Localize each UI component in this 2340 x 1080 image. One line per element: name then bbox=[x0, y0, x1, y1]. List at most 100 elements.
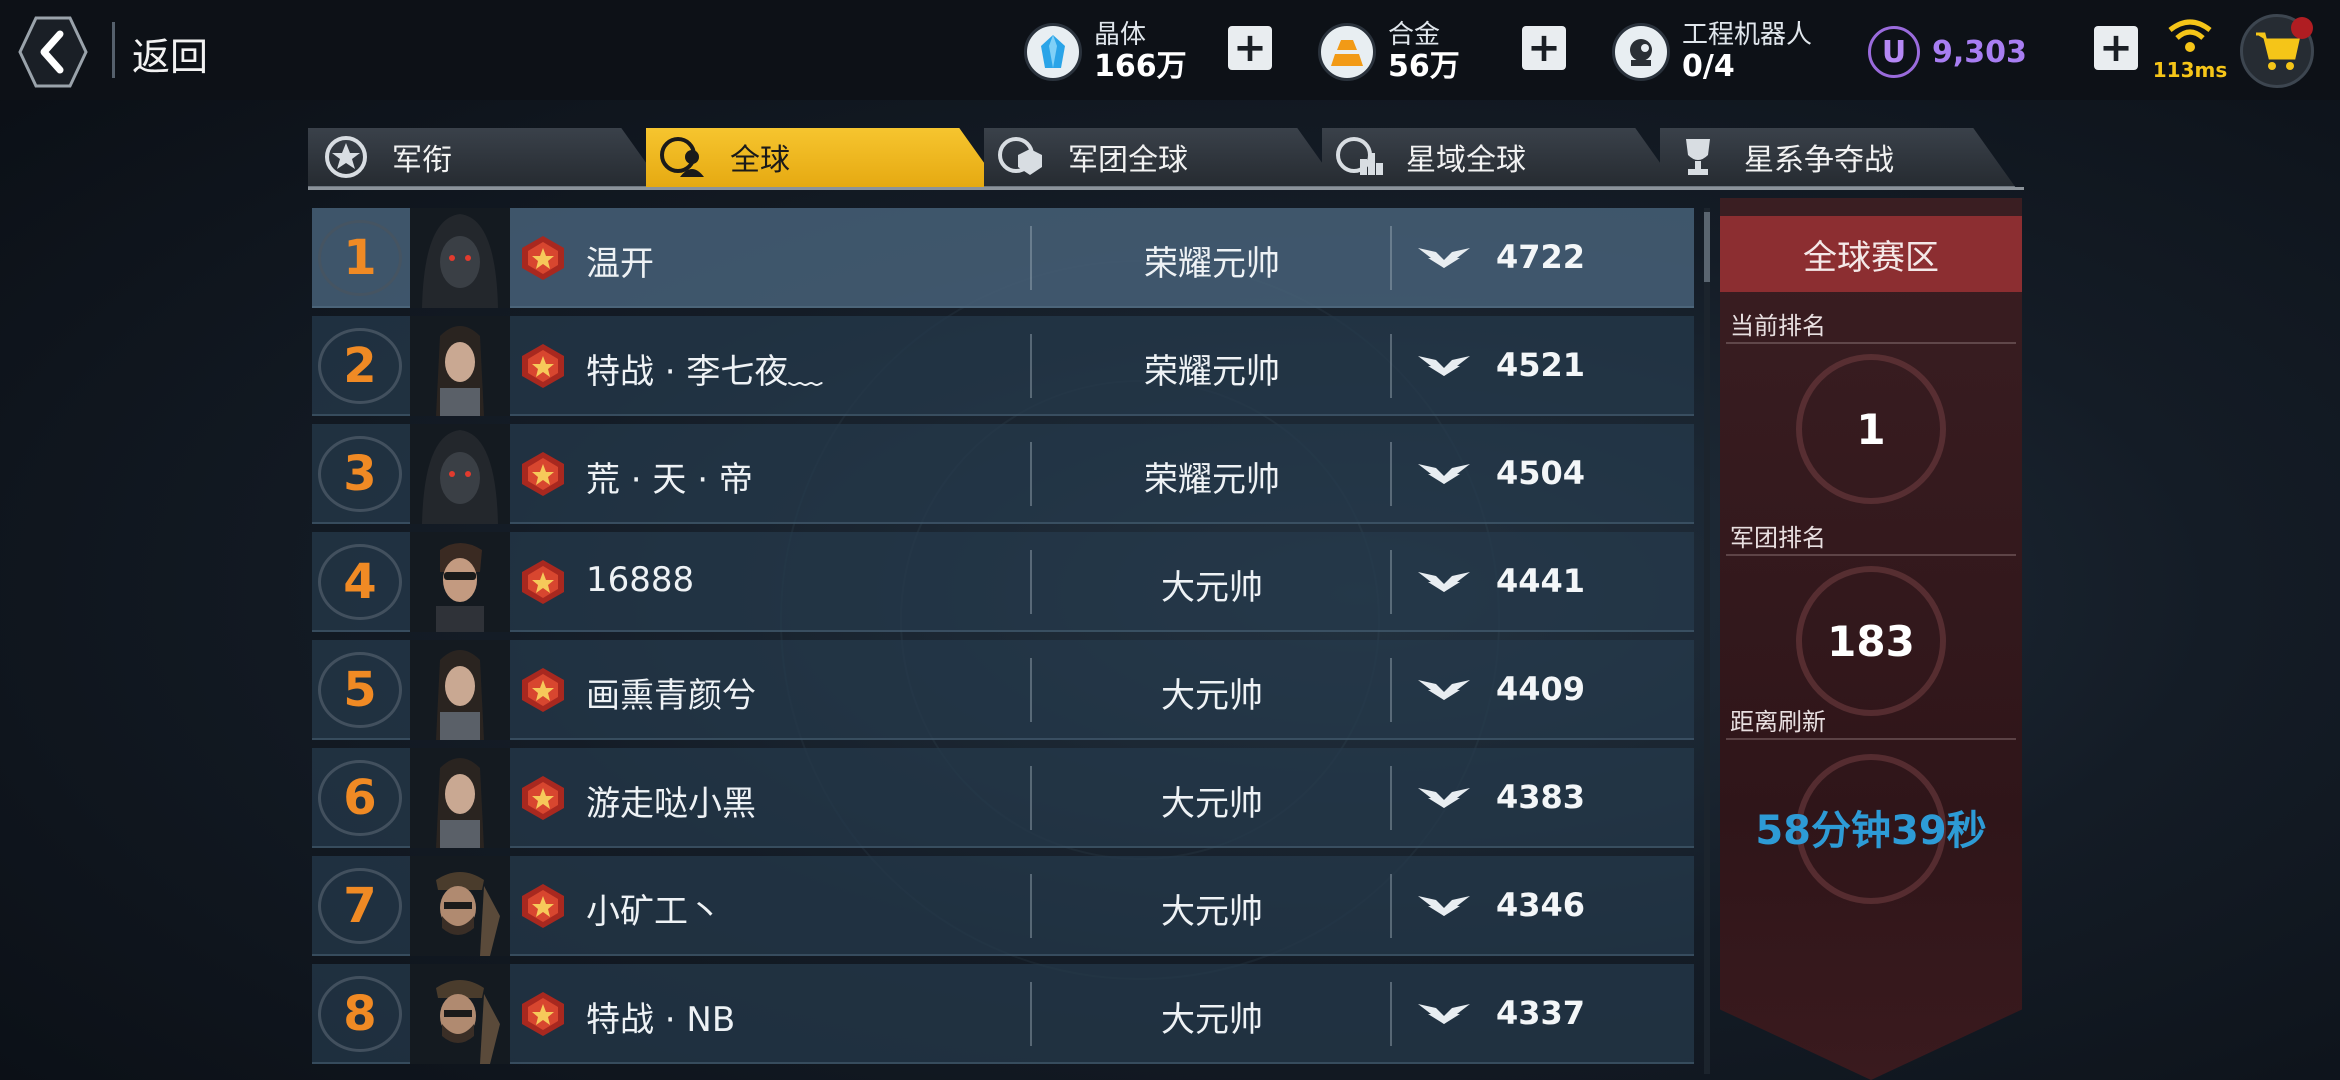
region-info-panel: 全球赛区 当前排名 1 军团排名 183 距离刷新 58分钟39秒 bbox=[1720, 198, 2022, 1080]
ranking-row[interactable]: 7 小矿工丶 大元帅 4346 bbox=[312, 856, 1694, 956]
wing-score-icon bbox=[1416, 458, 1472, 490]
player-score: 4441 bbox=[1496, 562, 1586, 600]
ranking-row[interactable]: 5 画熏青颜兮 大元帅 4409 bbox=[312, 640, 1694, 740]
rank-number: 5 bbox=[343, 662, 377, 718]
rank-badge-icon bbox=[518, 990, 568, 1038]
column-divider bbox=[1030, 874, 1032, 938]
player-avatar[interactable] bbox=[410, 208, 510, 308]
rank-badge-icon bbox=[518, 882, 568, 930]
column-divider bbox=[1390, 766, 1392, 830]
ranking-row[interactable]: 8 特战 · NB 大元帅 4337 bbox=[312, 964, 1694, 1064]
player-title: 大元帅 bbox=[1161, 784, 1263, 824]
add-u-currency-button[interactable]: + bbox=[2094, 26, 2138, 70]
player-avatar[interactable] bbox=[410, 964, 510, 1064]
player-avatar[interactable] bbox=[410, 424, 510, 524]
crystal-icon bbox=[1024, 23, 1082, 81]
u-currency: U 9,303 bbox=[1868, 14, 2027, 90]
player-score: 4346 bbox=[1496, 886, 1586, 924]
legion-rank-value: 183 bbox=[1827, 616, 1915, 666]
player-title: 荣耀元帅 bbox=[1144, 244, 1280, 284]
player-name: 游走哒小黑 bbox=[586, 784, 756, 824]
rank-circle: 7 bbox=[318, 868, 402, 944]
rank-number: 4 bbox=[343, 554, 377, 610]
ranking-row[interactable]: 2 特战 · 李七夜﹏ 荣耀元帅 4521 bbox=[312, 316, 1694, 416]
shop-cart-button[interactable] bbox=[2240, 14, 2314, 88]
tab-rank-label: 军衔 bbox=[392, 143, 452, 178]
rank-circle: 5 bbox=[318, 652, 402, 728]
column-divider bbox=[1030, 658, 1032, 722]
player-name: 16888 bbox=[586, 560, 695, 600]
tab-global[interactable]: 全球 bbox=[646, 128, 1002, 188]
leaderboard-tabs: 军衔 全球 军团全球 星域全球 星系争夺战 bbox=[308, 128, 2024, 190]
rank-badge-icon bbox=[518, 450, 568, 498]
wing-score-icon bbox=[1416, 350, 1472, 382]
tab-rank[interactable]: 军衔 bbox=[308, 128, 664, 188]
add-alloy-button[interactable]: + bbox=[1522, 26, 1566, 70]
rank-circle: 6 bbox=[318, 760, 402, 836]
robot-icon bbox=[1612, 23, 1670, 81]
player-score: 4521 bbox=[1496, 346, 1586, 384]
player-name: 荒 · 天 · 帝 bbox=[586, 460, 753, 500]
list-scrollbar[interactable] bbox=[1704, 208, 1710, 1074]
tab-sector-global[interactable]: 星域全球 bbox=[1322, 128, 1678, 188]
leaderboard-screen: 返回 晶体 166万 + 合金 56万 + 工程机器人 0/4 U 9,303 … bbox=[0, 0, 2340, 1080]
rank-number: 1 bbox=[343, 230, 377, 286]
robot-label: 工程机器人 bbox=[1682, 20, 1813, 51]
player-score: 4409 bbox=[1496, 670, 1586, 708]
player-name: 画熏青颜兮 bbox=[586, 676, 756, 716]
panel-title: 全球赛区 bbox=[1720, 216, 2022, 292]
crystal-value: 166万 bbox=[1094, 48, 1187, 84]
player-avatar[interactable] bbox=[410, 316, 510, 416]
tab-galaxy-battle-label: 星系争夺战 bbox=[1744, 143, 1894, 178]
rank-emblem-icon bbox=[322, 133, 370, 181]
rank-circle: 8 bbox=[318, 976, 402, 1052]
back-button[interactable] bbox=[16, 14, 90, 90]
robot-resource: 工程机器人 0/4 bbox=[1612, 14, 1812, 90]
ranking-row[interactable]: 3 荒 · 天 · 帝 荣耀元帅 4504 bbox=[312, 424, 1694, 524]
player-score: 4722 bbox=[1496, 238, 1586, 276]
current-rank-label: 当前排名 bbox=[1730, 312, 1826, 340]
alloy-resource: 合金 56万 bbox=[1318, 14, 1460, 90]
player-title: 荣耀元帅 bbox=[1144, 460, 1280, 500]
player-name: 特战 · 李七夜﹏ bbox=[586, 352, 823, 392]
player-score: 4504 bbox=[1496, 454, 1586, 492]
rank-number: 2 bbox=[343, 338, 377, 394]
player-avatar[interactable] bbox=[410, 532, 510, 632]
ranking-row[interactable]: 1 温开 荣耀元帅 4722 bbox=[312, 208, 1694, 308]
refresh-timer: 58分钟39秒 bbox=[1755, 808, 1987, 854]
divider bbox=[1726, 554, 2016, 556]
add-crystal-button[interactable]: + bbox=[1228, 26, 1272, 70]
column-divider bbox=[1030, 334, 1032, 398]
ranking-row[interactable]: 6 游走哒小黑 大元帅 4383 bbox=[312, 748, 1694, 848]
column-divider bbox=[1390, 658, 1392, 722]
trophy-icon bbox=[1674, 133, 1722, 181]
rank-badge-icon bbox=[518, 558, 568, 606]
player-title: 大元帅 bbox=[1161, 676, 1263, 716]
divider bbox=[1726, 342, 2016, 344]
divider bbox=[112, 22, 115, 78]
global-player-icon bbox=[660, 133, 708, 181]
column-divider bbox=[1030, 550, 1032, 614]
back-label[interactable]: 返回 bbox=[132, 26, 208, 81]
ranking-row[interactable]: 4 16888 大元帅 4441 bbox=[312, 532, 1694, 632]
column-divider bbox=[1390, 874, 1392, 938]
alloy-value: 56万 bbox=[1388, 48, 1460, 84]
player-title: 大元帅 bbox=[1161, 892, 1263, 932]
rank-badge-icon bbox=[518, 666, 568, 714]
legion-global-icon bbox=[998, 133, 1046, 181]
player-name: 小矿工丶 bbox=[586, 892, 722, 932]
list-scrollbar-thumb[interactable] bbox=[1704, 212, 1710, 282]
rank-number: 8 bbox=[343, 986, 377, 1042]
sector-global-icon bbox=[1336, 133, 1384, 181]
player-avatar[interactable] bbox=[410, 640, 510, 740]
tab-legion-global[interactable]: 军团全球 bbox=[984, 128, 1340, 188]
player-avatar[interactable] bbox=[410, 856, 510, 956]
wing-score-icon bbox=[1416, 242, 1472, 274]
column-divider bbox=[1030, 982, 1032, 1046]
notification-dot bbox=[2291, 17, 2313, 39]
u-coin-icon: U bbox=[1868, 26, 1920, 78]
tab-galaxy-battle[interactable]: 星系争夺战 bbox=[1660, 128, 2016, 188]
player-avatar[interactable] bbox=[410, 748, 510, 848]
wing-score-icon bbox=[1416, 998, 1472, 1030]
ping-label: 113ms bbox=[2152, 58, 2228, 82]
